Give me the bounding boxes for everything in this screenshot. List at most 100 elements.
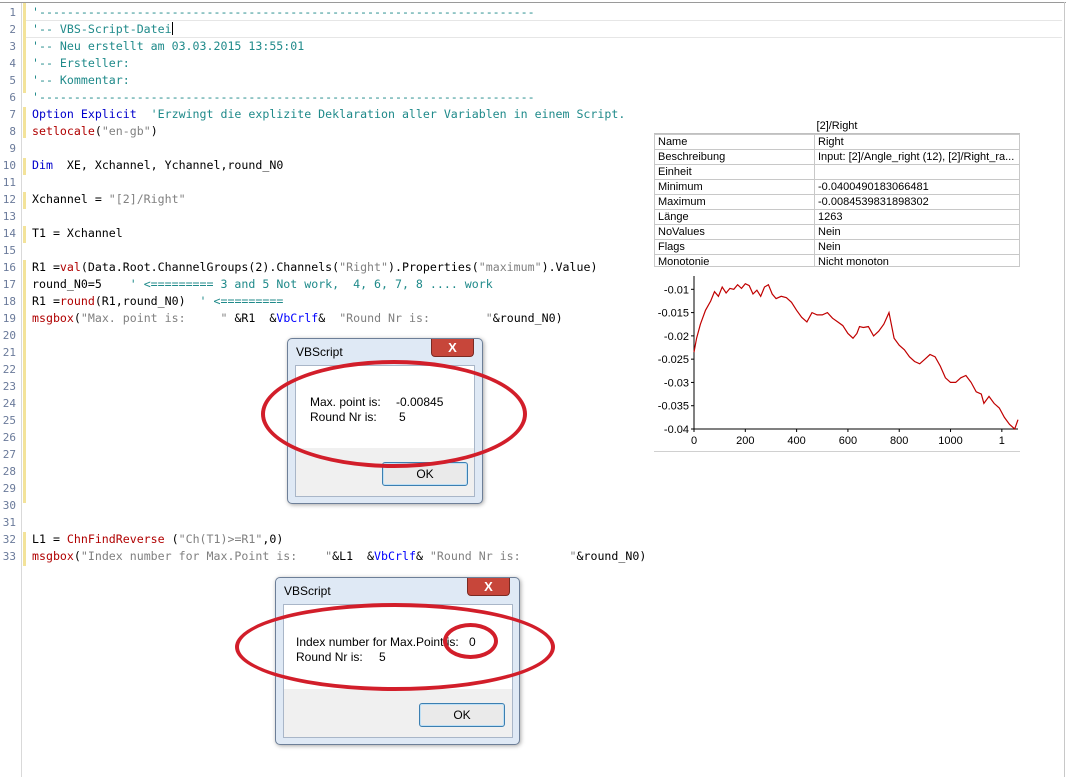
comment-text: 'Erzwingt die explizite Deklaration alle…: [136, 107, 626, 121]
code-line-3[interactable]: '-- Neu erstellt am 03.03.2015 13:55:01: [32, 38, 304, 55]
code-token: round_N0=5: [32, 277, 102, 291]
code-token: &round_N0): [492, 311, 563, 325]
line-number: 15: [2, 244, 16, 257]
code-token: (Data.Root.ChannelGroups(2).Channels(: [80, 260, 340, 274]
y-tick-label: -0.015: [658, 308, 689, 320]
code-token: XE, Xchannel, Ychannel,round_N0: [52, 158, 284, 172]
editor-top-border: [0, 2, 1066, 3]
line-number: 26: [2, 431, 16, 444]
line-number: 20: [2, 329, 16, 342]
function-name: round: [59, 294, 95, 308]
property-row[interactable]: Maximum -0.0084539831898302: [654, 194, 1020, 210]
string-literal: "Max. point is: ": [80, 311, 228, 325]
code-line-33[interactable]: msgbox("Index number for Max.Point is: "…: [32, 548, 646, 565]
ok-button[interactable]: OK: [419, 703, 505, 727]
function-name: ChnFindReverse: [66, 532, 165, 546]
code-token: Xchannel =: [32, 192, 109, 206]
close-icon: X: [448, 340, 457, 355]
chart-canvas: -0.01 -0.015 -0.02 -0.025 -0.03 -0.035 -0.040 2…: [658, 276, 1019, 447]
comment-text: ' <========= 3 and 5 Not work, 4, 6, 7, …: [101, 277, 493, 291]
string-literal: "Round Nr is: ": [339, 311, 493, 325]
code-token: ).Properties(: [388, 260, 479, 274]
code-line-17[interactable]: round_N0=5 ' <========= 3 and 5 Not work…: [32, 276, 493, 293]
code-token: &: [318, 311, 340, 325]
y-tick-label: -0.035: [658, 401, 689, 413]
y-tick-label: -0.02: [664, 331, 689, 343]
code-line-5[interactable]: '-- Kommentar:: [32, 72, 130, 89]
property-row[interactable]: Flags Nein: [654, 239, 1020, 255]
line-number: 21: [2, 346, 16, 359]
line-number: 22: [2, 363, 16, 376]
code-line-19[interactable]: msgbox("Max. point is: " &R1 &VbCrlf& "R…: [32, 310, 563, 327]
text-caret: [171, 22, 173, 35]
annotation-ellipse-small: [443, 623, 498, 659]
code-line-4[interactable]: '-- Ersteller:: [32, 55, 130, 72]
line-number: 23: [2, 380, 16, 393]
code-line-32[interactable]: L1 = ChnFindReverse ("Ch(T1)>=R1",0): [32, 531, 283, 548]
code-token: (R1,round_N0): [94, 294, 186, 308]
string-literal: "Round Nr is: ": [429, 549, 577, 563]
y-tick-label: -0.01: [664, 284, 689, 296]
code-token: R1 =: [32, 260, 60, 274]
line-number: 2: [9, 23, 16, 36]
code-token: L1 =: [32, 532, 67, 546]
property-value: Nein: [814, 224, 1020, 240]
property-name: Einheit: [654, 164, 815, 180]
string-literal: "Right": [339, 260, 389, 274]
code-line-18[interactable]: R1 =round(R1,round_N0) ' <=========: [32, 293, 283, 310]
line-number: 5: [9, 74, 16, 87]
constant-name: VbCrlf: [374, 549, 416, 563]
property-value: Right: [814, 134, 1020, 150]
close-icon: X: [484, 579, 493, 594]
dialog-title: VBScript: [284, 584, 331, 598]
line-number: 28: [2, 465, 16, 478]
property-row[interactable]: Minimum -0.0400490183066481: [654, 179, 1020, 195]
line-number: 19: [2, 312, 16, 325]
code-line-16[interactable]: R1 =val(Data.Root.ChannelGroups(2).Chann…: [32, 259, 597, 276]
code-line-7[interactable]: Option Explicit 'Erzwingt die explizite …: [32, 106, 625, 123]
property-row[interactable]: Länge 1263: [654, 209, 1020, 225]
line-number: 13: [2, 210, 16, 223]
x-tick-label: 200: [736, 435, 754, 447]
comment-text: ' <=========: [185, 294, 284, 308]
change-marker: [23, 158, 26, 175]
code-line-14[interactable]: T1 = Xchannel: [32, 225, 123, 242]
change-marker: [23, 3, 26, 93]
line-number: 17: [2, 278, 16, 291]
property-value: Nein: [814, 239, 1020, 255]
code-line-8[interactable]: setlocale("en-gb"): [32, 123, 158, 140]
line-number: 16: [2, 261, 16, 274]
editor-right-border: [1064, 2, 1065, 777]
code-line-6[interactable]: '---------------------------------------…: [32, 89, 535, 106]
line-number: 30: [2, 499, 16, 512]
code-line-12[interactable]: Xchannel = "[2]/Right": [32, 191, 186, 208]
change-marker: [23, 107, 26, 138]
code-line-1[interactable]: '---------------------------------------…: [32, 4, 535, 21]
property-row[interactable]: Monotonie Nicht monoton: [654, 254, 1020, 266]
close-button[interactable]: X: [431, 339, 474, 357]
string-literal: "Index number for Max.Point is: ": [80, 549, 333, 563]
line-number: 10: [2, 159, 16, 172]
close-button[interactable]: X: [467, 578, 510, 596]
property-value: -0.0400490183066481: [814, 179, 1020, 195]
line-number: 18: [2, 295, 16, 308]
code-token: (: [164, 532, 179, 546]
channel-preview-chart: -0.01 -0.015 -0.02 -0.025 -0.03 -0.035 -0.04 0 2…: [654, 266, 1020, 452]
change-marker: [23, 226, 26, 243]
line-number-gutter: 1 2 3 4 5 6 7 8 9 10 11 12 13 14 15 16 17 18 19 20 21 22 23 24 2…: [0, 3, 22, 777]
property-row[interactable]: Einheit: [654, 164, 1020, 180]
property-row[interactable]: Name Right: [654, 134, 1020, 150]
code-token: (: [73, 311, 81, 325]
line-number: 3: [9, 40, 16, 53]
y-tick-label: -0.04: [664, 424, 689, 436]
property-name: Name: [654, 134, 815, 150]
y-tick-label: -0.03: [664, 377, 689, 389]
property-row[interactable]: Beschreibung Input: [2]/Angle_right (12),…: [654, 149, 1020, 165]
code-token: R1 =: [32, 294, 60, 308]
code-line-2[interactable]: '-- VBS-Script-Datei: [32, 21, 173, 38]
code-token: &: [415, 549, 430, 563]
property-row[interactable]: NoValues Nein: [654, 224, 1020, 240]
change-marker: [23, 260, 26, 503]
code-token: &R1 &: [227, 311, 277, 325]
code-line-10[interactable]: Dim XE, Xchannel, Ychannel,round_N0: [32, 157, 283, 174]
